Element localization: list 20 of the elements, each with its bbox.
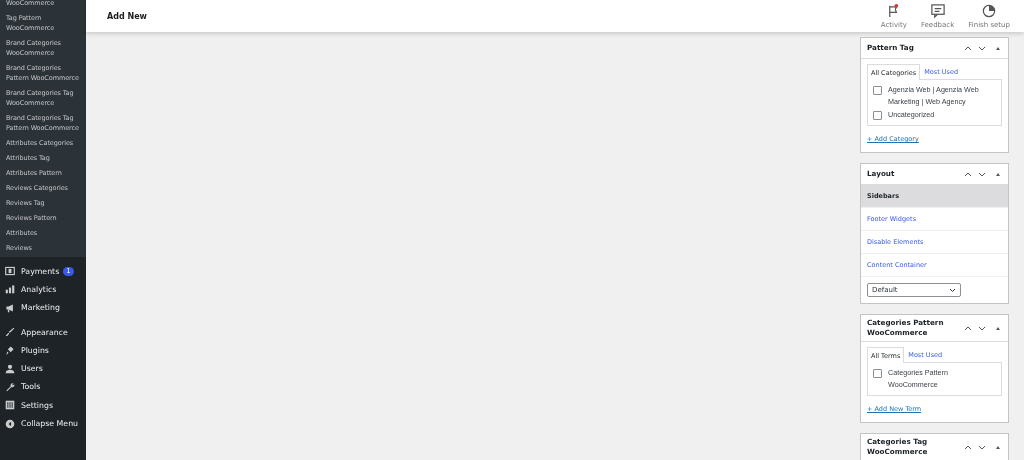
menu-icon bbox=[5, 284, 15, 295]
menu-icon bbox=[5, 418, 15, 429]
menu-icon bbox=[5, 266, 15, 277]
page-title: Add New bbox=[107, 11, 148, 21]
menu-icon bbox=[5, 363, 15, 374]
checkbox[interactable] bbox=[873, 369, 882, 378]
panel-controls-drawing[interactable] bbox=[963, 44, 1003, 52]
menu-icon bbox=[5, 302, 15, 313]
panel-controls-drawing[interactable] bbox=[963, 170, 1003, 178]
pie-icon bbox=[981, 3, 998, 19]
chevron-icon bbox=[949, 287, 956, 293]
menu-icon bbox=[5, 381, 15, 392]
menu-icon bbox=[5, 345, 15, 356]
message-icon bbox=[929, 3, 946, 19]
panel-controls-drawing[interactable] bbox=[963, 324, 1003, 332]
checkbox[interactable] bbox=[873, 111, 882, 120]
checkbox[interactable] bbox=[873, 86, 882, 95]
menu-icon bbox=[5, 400, 15, 411]
panel-controls-drawing[interactable] bbox=[963, 443, 1003, 451]
menu-icon bbox=[5, 327, 15, 338]
